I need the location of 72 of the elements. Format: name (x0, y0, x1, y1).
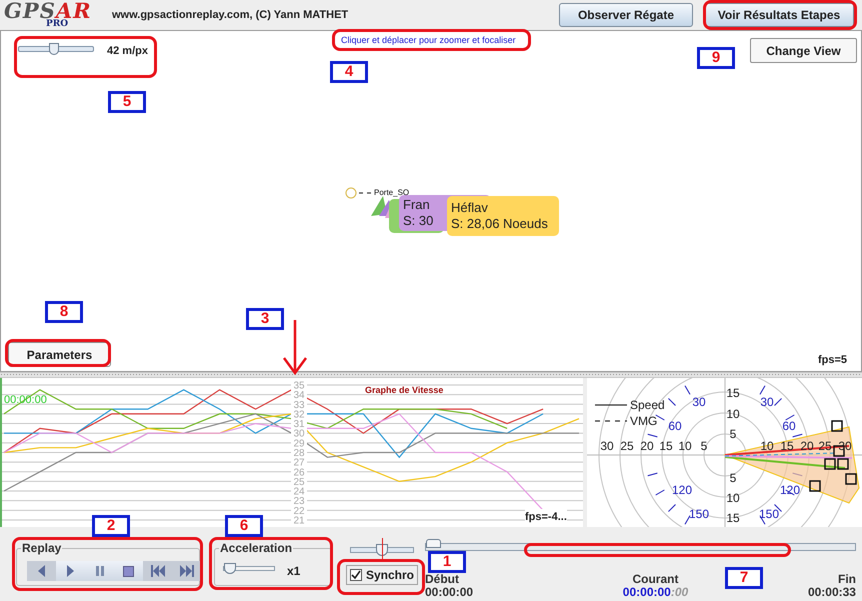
axis-label: 30 (692, 395, 706, 409)
axis-label: 10 (678, 439, 692, 453)
axis-label: 10 (726, 491, 740, 505)
axis-label: 5 (730, 427, 736, 441)
axis-label: 5 (730, 471, 736, 485)
fps-text: fps=-4... (525, 509, 567, 526)
axis-label: 32 (293, 409, 305, 420)
boat-name: Fran (403, 197, 430, 213)
axis-label: 22 (293, 506, 305, 517)
change-view-button[interactable]: Change View (750, 38, 857, 63)
axis-label: 27 (293, 458, 305, 469)
axis-label: 5 (700, 439, 708, 453)
axis-label: 34 (293, 390, 305, 402)
logo-subtitle: PRO (46, 19, 68, 29)
axis-label: 15 (726, 511, 740, 525)
fps-text: fps=5 (818, 353, 847, 368)
start-time: 00:00:00 (425, 586, 474, 599)
axis-label: 30 (293, 428, 305, 440)
axis-label: 26 (293, 467, 305, 478)
callout-number: 7 (725, 567, 763, 589)
axis-label: 150 (758, 507, 780, 521)
observe-button[interactable]: Observer Régate (559, 3, 693, 27)
end-label: Fin (838, 573, 856, 586)
axis-label: 60 (782, 419, 796, 433)
boat-speed: S: 30 (403, 213, 434, 229)
boat-name: Héflav (451, 200, 488, 216)
axis-label: 15 (659, 439, 673, 453)
axis-label: 25 (620, 439, 634, 453)
axis-label: 28 (293, 448, 305, 459)
axis-label: 15 (780, 439, 794, 453)
legend-label: Speed (630, 398, 665, 412)
axis-label: 25 (293, 476, 305, 488)
axis-label: 31 (293, 419, 305, 430)
callout-number: 8 (45, 301, 83, 323)
boat-speed: S: 28,06 Noeuds (451, 216, 548, 232)
credit-text: www.gpsactionreplay.com, (C) Yann MATHET (112, 8, 348, 23)
callout-number: 4 (330, 61, 368, 83)
axis-label: 150 (688, 507, 710, 521)
results-button[interactable]: Voir Résultats Etapes (704, 3, 854, 27)
hint-text: Cliquer et déplacer pour zoomer et focaliser (341, 35, 516, 46)
end-time: 00:00:33 (808, 586, 856, 599)
panel-title: Acceleration (219, 542, 294, 554)
axis-label: 29 (293, 438, 305, 450)
axis-label: 30 (600, 439, 614, 453)
axis-label: 60 (668, 419, 682, 433)
zoom-reading: 42 m/px (107, 44, 148, 59)
callout-number: 2 (92, 515, 130, 537)
current-time: 00:00:00:00 (622, 586, 688, 599)
current-label: Courant (632, 573, 678, 586)
synchro-checkbox[interactable]: Synchro (346, 565, 418, 585)
axis-label: 20 (640, 439, 654, 453)
legend-label: VMG (630, 414, 658, 428)
chart-title: Graphe de Vitesse (365, 384, 444, 397)
axis-label: 15 (726, 386, 740, 400)
axis-label: 120 (780, 483, 800, 497)
callout-number: 1 (428, 551, 466, 573)
callout-number: 6 (225, 515, 263, 537)
axis-label: 10 (726, 407, 740, 421)
acceleration-reading: x1 (287, 563, 300, 580)
callout-number: 9 (697, 47, 735, 69)
axis-label: 23 (293, 496, 305, 508)
callout-number: 3 (246, 308, 284, 330)
mark-label: Porte_SO (374, 188, 410, 198)
axis-label: 30 (760, 395, 774, 409)
start-label: Début (425, 573, 459, 586)
axis-label: 21 (293, 515, 305, 526)
axis-label: 35 (293, 380, 305, 392)
panel-title: Replay (21, 542, 62, 554)
axis-label: 24 (293, 486, 305, 498)
callout-number: 5 (108, 91, 146, 113)
axis-label: 33 (293, 400, 305, 411)
axis-label: 120 (672, 483, 692, 497)
